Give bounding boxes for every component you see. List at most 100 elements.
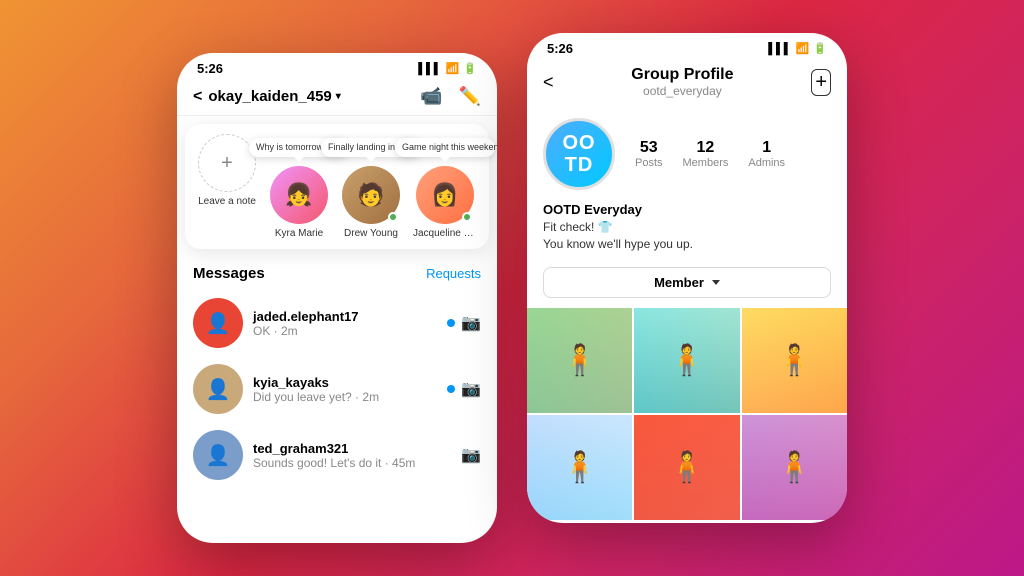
msg-username-0: jaded.elephant17 [253,309,437,324]
story-label-jacqueline: Jacqueline Lam [413,228,477,239]
online-indicator-drew [388,212,398,222]
story-avatar-kyra[interactable]: Why is tomorrow Monday!? 😅 👧 [270,166,328,224]
photo-cell-4[interactable]: 🧍 [634,415,739,520]
signal-icon-left: ▌▌▌ [418,63,441,75]
story-label-drew: Drew Young [344,228,398,239]
username-label[interactable]: okay_kaiden_459 [208,88,331,105]
story-item-kyra[interactable]: Why is tomorrow Monday!? 😅 👧 Kyra Marie [269,166,329,239]
add-group-icon[interactable]: + [811,69,831,96]
avatar-line2: TD [565,154,594,176]
photo-1: 🧍 [634,308,739,413]
messages-section: Messages Requests 👤 jaded.elephant17 OK … [177,257,497,496]
plus-icon: + [221,152,233,175]
msg-preview-1: Did you leave yet? · 2m [253,390,437,404]
photo-3: 🧍 [527,415,632,520]
signal-icon-right: ▌▌▌ [768,43,791,55]
msg-right-2: 📷 [461,445,481,465]
compose-icon[interactable]: ✏️ [459,86,481,107]
messages-header: Messages Requests [193,265,481,282]
status-icons-left: ▌▌▌ 📶 🔋 [418,62,477,75]
group-subtitle: ootd_everyday [631,84,733,98]
msg-avatar-1: 👤 [193,364,243,414]
status-bar-right: 5:26 ▌▌▌ 📶 🔋 [527,33,847,60]
stat-posts: 53 Posts [635,139,663,169]
messages-title: Messages [193,265,265,282]
photo-2: 🧍 [742,308,847,413]
photo-4: 🧍 [634,415,739,520]
photo-cell-5[interactable]: 🧍 [742,415,847,520]
profile-section: OO TD 53 Posts 12 Members 1 Admins [527,106,847,202]
stat-num-members: 12 [683,139,729,157]
msg-right-0: 📷 [447,313,481,333]
header-icons-left: 📹 ✏️ [420,86,481,107]
camera-icon-2[interactable]: 📷 [461,445,481,465]
group-title-block: Group Profile ootd_everyday [631,66,733,98]
msg-preview-0: OK · 2m [253,324,437,338]
right-header: < Group Profile ootd_everyday + [527,60,847,106]
photo-0: 🧍 [527,308,632,413]
bio-line2: You know we'll hype you up. [543,236,831,253]
story-item-jacqueline[interactable]: Game night this weekend? 🎮 👩 Jacqueline … [413,166,477,239]
wifi-icon-right: 📶 [796,42,810,55]
stories-container: + Leave a note Why is tomorrow Monday!? … [185,124,489,249]
time-left: 5:26 [197,61,223,76]
stat-admins: 1 Admins [748,139,785,169]
unread-dot-0 [447,319,455,327]
member-label: Member [654,275,704,290]
member-button[interactable]: Member [543,267,831,298]
bio-section: OOTD Everyday Fit check! 👕 You know we'l… [527,202,847,263]
story-item-drew[interactable]: Finally landing in NYC! ❤️ 🧑 Drew Young [341,166,401,239]
battery-icon-right: 🔋 [813,42,827,55]
add-note-btn[interactable]: + [198,134,256,192]
status-bar-left: 5:26 ▌▌▌ 📶 🔋 [177,53,497,80]
right-phone: 5:26 ▌▌▌ 📶 🔋 < Group Profile ootd_everyd… [527,33,847,523]
battery-icon-left: 🔋 [463,62,477,75]
camera-icon-1[interactable]: 📷 [461,379,481,399]
message-item-1[interactable]: 👤 kyia_kayaks Did you leave yet? · 2m 📷 [193,356,481,422]
stats-row: 53 Posts 12 Members 1 Admins [635,139,785,169]
wifi-icon-left: 📶 [446,62,460,75]
back-arrow-right[interactable]: < [543,72,554,93]
stories-scroll: + Leave a note Why is tomorrow Monday!? … [197,134,477,239]
left-phone: 5:26 ▌▌▌ 📶 🔋 < okay_kaiden_459 ▾ 📹 ✏️ + … [177,53,497,543]
message-item-2[interactable]: 👤 ted_graham321 Sounds good! Let's do it… [193,422,481,488]
note-bubble-jacqueline: Game night this weekend? 🎮 [395,138,495,157]
left-header: < okay_kaiden_459 ▾ 📹 ✏️ [177,80,497,116]
photo-cell-2[interactable]: 🧍 [742,308,847,413]
stat-label-admins: Admins [748,157,785,169]
video-icon[interactable]: 📹 [420,86,442,107]
stat-num-posts: 53 [635,139,663,157]
photo-cell-1[interactable]: 🧍 [634,308,739,413]
story-avatar-jacqueline[interactable]: Game night this weekend? 🎮 👩 [416,166,474,224]
photo-5: 🧍 [742,415,847,520]
msg-right-1: 📷 [447,379,481,399]
camera-icon-0[interactable]: 📷 [461,313,481,333]
photo-cell-3[interactable]: 🧍 [527,415,632,520]
status-icons-right: ▌▌▌ 📶 🔋 [768,42,827,55]
msg-content-0: jaded.elephant17 OK · 2m [253,309,437,338]
header-title-left[interactable]: < okay_kaiden_459 ▾ [193,88,341,106]
stat-label-posts: Posts [635,157,663,169]
story-label-kyra: Kyra Marie [275,228,323,239]
photo-grid: 🧍 🧍 🧍 🧍 [527,308,847,521]
message-item-0[interactable]: 👤 jaded.elephant17 OK · 2m 📷 [193,290,481,356]
group-display-name: OOTD Everyday [543,202,831,217]
unread-dot-1 [447,385,455,393]
avatar-line1: OO [562,132,595,154]
add-note-item[interactable]: + Leave a note [197,134,257,207]
msg-content-1: kyia_kayaks Did you leave yet? · 2m [253,375,437,404]
stat-label-members: Members [683,157,729,169]
group-avatar: OO TD [543,118,615,190]
add-note-label: Leave a note [198,196,256,207]
back-arrow-left[interactable]: < [193,88,202,106]
dropdown-icon: ▾ [336,91,341,102]
photo-cell-0[interactable]: 🧍 [527,308,632,413]
msg-avatar-0: 👤 [193,298,243,348]
stat-num-admins: 1 [748,139,785,157]
time-right: 5:26 [547,41,573,56]
msg-username-2: ted_graham321 [253,441,451,456]
requests-link[interactable]: Requests [426,266,481,281]
group-title: Group Profile [631,66,733,84]
online-indicator-jacqueline [462,212,472,222]
story-avatar-drew[interactable]: Finally landing in NYC! ❤️ 🧑 [342,166,400,224]
